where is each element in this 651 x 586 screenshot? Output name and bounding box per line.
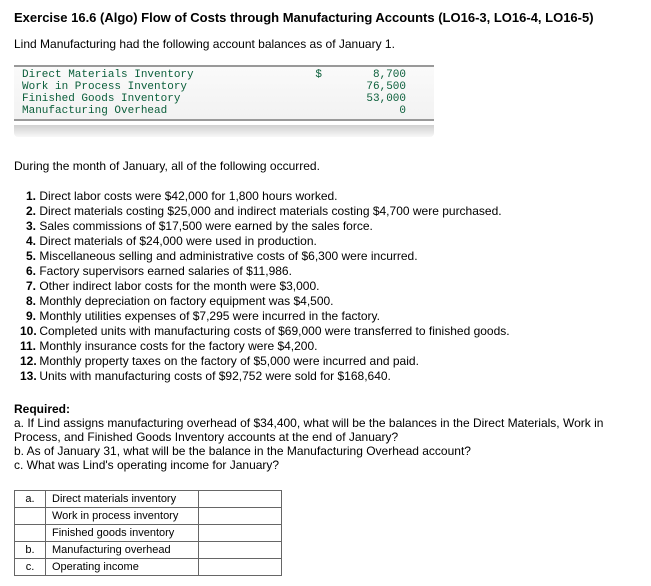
list-item: Sales commissions of $17,500 were earned…: [39, 219, 373, 233]
row-label: [15, 525, 46, 542]
list-item: Other indirect labor costs for the month…: [39, 279, 319, 293]
scrollbar-shadow: [14, 125, 434, 137]
list-item: Miscellaneous selling and administrative…: [39, 249, 417, 263]
list-item: Factory supervisors earned salaries of $…: [39, 264, 292, 278]
table-row: Finished goods inventory: [15, 525, 282, 542]
answer-input[interactable]: [199, 491, 282, 508]
answer-input[interactable]: [199, 508, 282, 525]
row-label: c.: [15, 559, 46, 576]
row-desc: Work in process inventory: [46, 508, 199, 525]
row-desc: Operating income: [46, 559, 199, 576]
answer-input[interactable]: [199, 542, 282, 559]
table-row: a. Direct materials inventory: [15, 491, 282, 508]
table-row: c. Operating income: [15, 559, 282, 576]
row-label: [15, 508, 46, 525]
acct-name: Manufacturing Overhead: [14, 105, 292, 117]
acct-name: Finished Goods Inventory: [14, 93, 292, 105]
list-item: Monthly insurance costs for the factory …: [39, 339, 317, 353]
answer-input[interactable]: [199, 559, 282, 576]
exercise-title: Exercise 16.6 (Algo) Flow of Costs throu…: [14, 10, 637, 25]
list-item: Units with manufacturing costs of $92,75…: [39, 369, 391, 383]
required-c: c. What was Lind's operating income for …: [14, 458, 637, 472]
table-row: Work in process inventory: [15, 508, 282, 525]
list-item: Monthly utilities expenses of $7,295 wer…: [39, 309, 380, 323]
list-item: Direct materials of $24,000 were used in…: [39, 234, 316, 248]
row-desc: Direct materials inventory: [46, 491, 199, 508]
answer-input[interactable]: [199, 525, 282, 542]
list-item: Monthly depreciation on factory equipmen…: [39, 294, 333, 308]
list-item: Completed units with manufacturing costs…: [39, 324, 509, 338]
event-list: 1. Direct labor costs were $42,000 for 1…: [20, 189, 637, 384]
row-desc: Manufacturing overhead: [46, 542, 199, 559]
answer-table: a. Direct materials inventory Work in pr…: [14, 490, 282, 576]
acct-value: 76,500: [326, 81, 406, 93]
currency-symbol: $: [292, 69, 326, 81]
required-heading: Required:: [14, 402, 637, 416]
row-label: b.: [15, 542, 46, 559]
acct-value: 0: [326, 105, 406, 117]
acct-value: 53,000: [326, 93, 406, 105]
row-label: a.: [15, 491, 46, 508]
list-item: Monthly property taxes on the factory of…: [39, 354, 419, 368]
during-text: During the month of January, all of the …: [14, 159, 637, 173]
required-block: Required: a. If Lind assigns manufacturi…: [14, 402, 637, 472]
list-item: Direct labor costs were $42,000 for 1,80…: [39, 189, 337, 203]
acct-name: Direct Materials Inventory: [14, 69, 292, 81]
list-item: Direct materials costing $25,000 and ind…: [39, 204, 501, 218]
row-desc: Finished goods inventory: [46, 525, 199, 542]
accounts-table: Direct Materials Inventory $ 8,700 Work …: [14, 65, 434, 121]
required-b: b. As of January 31, what will be the ba…: [14, 444, 637, 458]
required-a: a. If Lind assigns manufacturing overhea…: [14, 416, 637, 444]
table-row: b. Manufacturing overhead: [15, 542, 282, 559]
acct-value: 8,700: [326, 69, 406, 81]
acct-name: Work in Process Inventory: [14, 81, 292, 93]
intro-text: Lind Manufacturing had the following acc…: [14, 37, 637, 51]
